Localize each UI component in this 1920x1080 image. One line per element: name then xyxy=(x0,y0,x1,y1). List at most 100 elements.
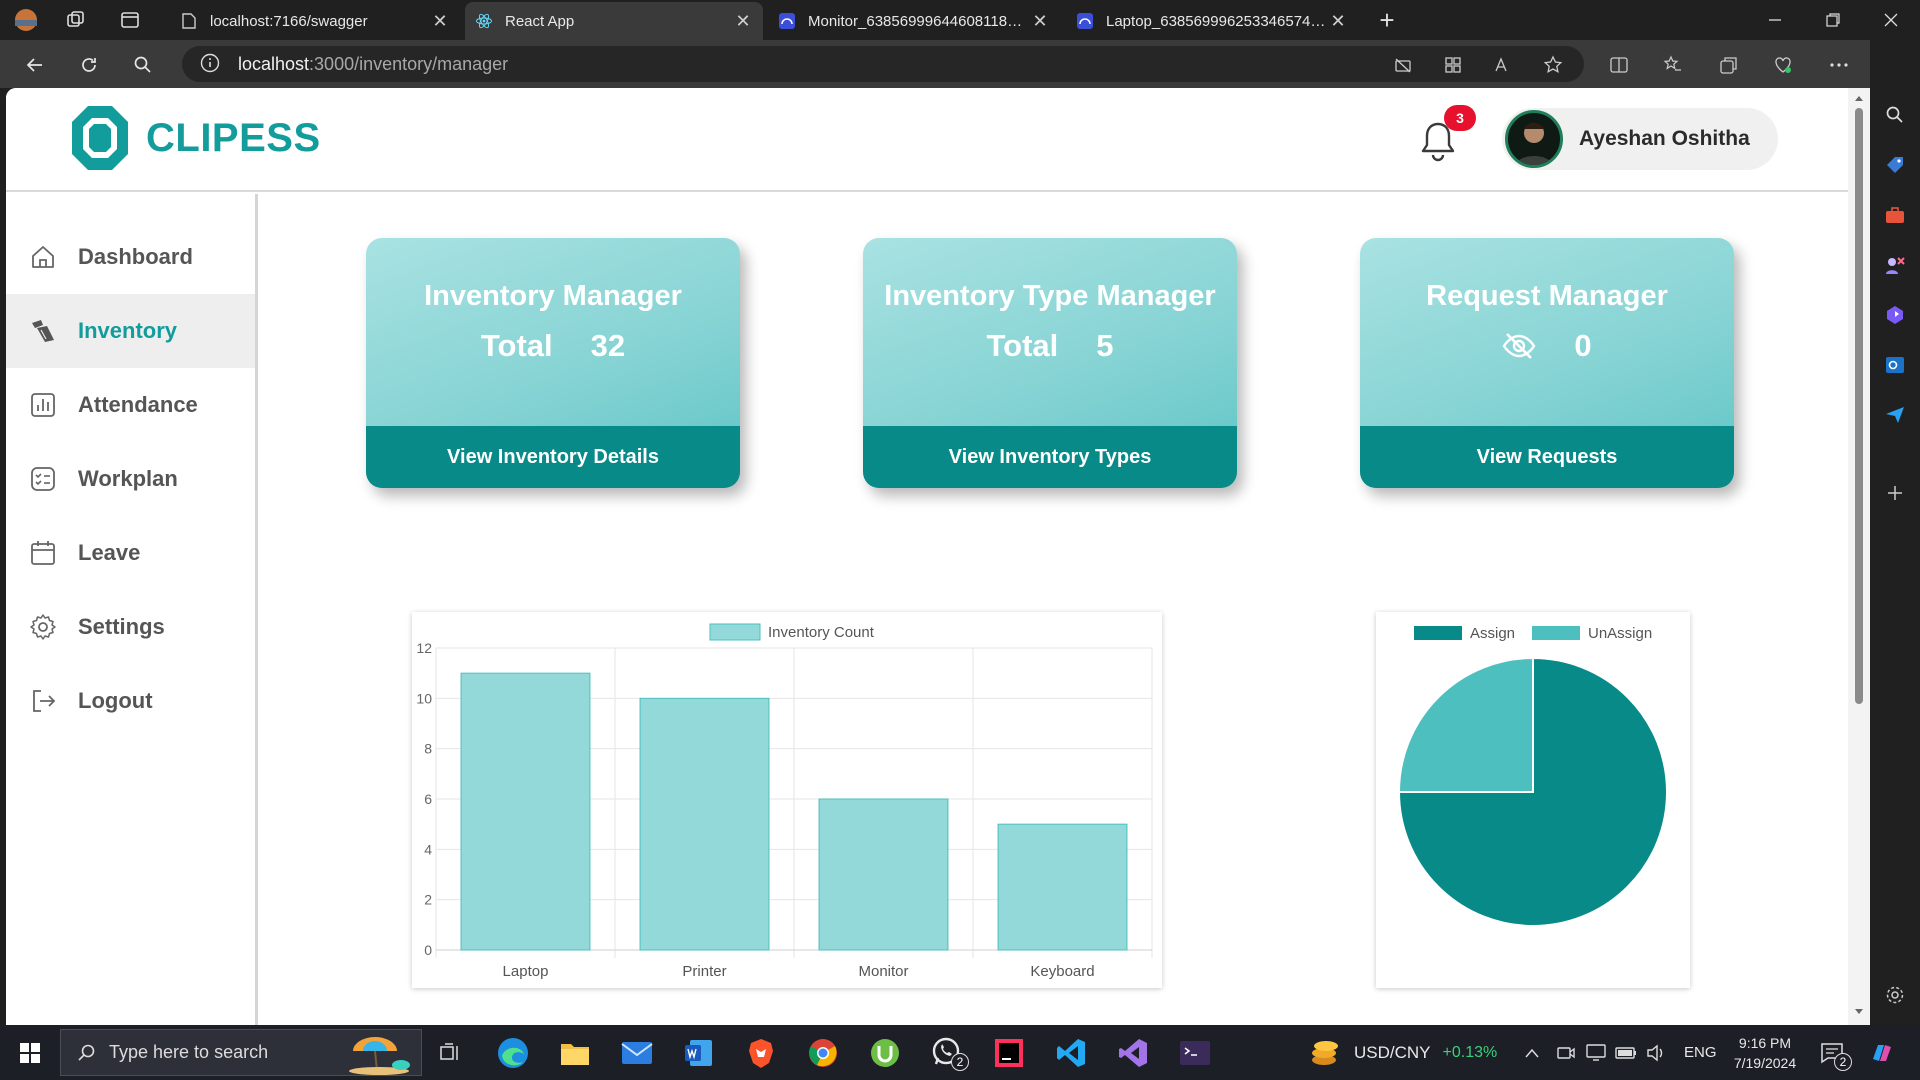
logout-icon xyxy=(28,686,58,716)
collections-icon[interactable] xyxy=(1716,52,1742,78)
tab-monitor-pdf[interactable]: Monitor_638569996446081184.pdf ✕ xyxy=(768,2,1060,40)
send-icon[interactable] xyxy=(1882,402,1908,428)
sidebar-item-inventory[interactable]: Inventory xyxy=(6,294,255,368)
whatsapp-icon[interactable]: 2 xyxy=(927,1033,969,1073)
utorrent-icon[interactable] xyxy=(865,1033,905,1073)
legend-swatch xyxy=(709,623,761,641)
page-scrollbar[interactable] xyxy=(1848,88,1870,1025)
view-inventory-types-button[interactable]: View Inventory Types xyxy=(863,426,1237,488)
terminal-icon[interactable] xyxy=(1175,1033,1215,1073)
profile-avatar-icon[interactable] xyxy=(14,8,38,32)
chrome-icon[interactable] xyxy=(803,1033,843,1073)
favorites-icon[interactable] xyxy=(1660,52,1686,78)
avatar[interactable] xyxy=(1505,110,1563,168)
close-window-button[interactable] xyxy=(1876,6,1906,34)
camera-icon[interactable] xyxy=(1554,1033,1578,1073)
user-profile-button[interactable]: Ayeshan Oshitha xyxy=(1502,108,1778,170)
volume-icon[interactable] xyxy=(1644,1033,1668,1073)
notification-center-icon[interactable]: 2 xyxy=(1812,1033,1852,1073)
display-icon[interactable] xyxy=(1584,1033,1608,1073)
tab-title: Laptop_638569996253346574.pdf xyxy=(1106,12,1328,30)
mail-icon[interactable] xyxy=(617,1033,657,1073)
favorite-star-icon[interactable] xyxy=(1540,52,1566,78)
apps-icon[interactable] xyxy=(1440,52,1466,78)
close-icon[interactable]: ✕ xyxy=(430,11,450,32)
close-icon[interactable]: ✕ xyxy=(733,11,753,32)
sidebar-item-leave[interactable]: Leave xyxy=(6,516,255,590)
user-name: Ayeshan Oshitha xyxy=(1579,127,1750,150)
more-options-icon[interactable] xyxy=(1826,52,1852,78)
edge-browser-icon[interactable] xyxy=(493,1033,533,1073)
close-icon[interactable]: ✕ xyxy=(1328,11,1348,32)
sidebar-item-attendance[interactable]: Attendance xyxy=(6,368,255,442)
tab-title: localhost:7166/swagger xyxy=(210,12,368,30)
browser-essentials-icon[interactable] xyxy=(1770,52,1796,78)
refresh-icon[interactable] xyxy=(74,50,104,80)
scroll-down-icon[interactable] xyxy=(1854,1008,1864,1016)
ticker-pair: USD/CNY xyxy=(1354,1042,1431,1062)
scrollbar-thumb[interactable] xyxy=(1855,108,1863,704)
sidebar-item-settings[interactable]: Settings xyxy=(6,590,255,664)
currency-ticker[interactable]: USD/CNY +0.13% xyxy=(1310,1025,1497,1080)
brave-browser-icon[interactable] xyxy=(741,1033,781,1073)
tab-swagger[interactable]: localhost:7166/swagger ✕ xyxy=(170,2,460,40)
minimize-button[interactable] xyxy=(1760,6,1790,34)
address-bar[interactable]: localhost :3000/inventory/manager xyxy=(182,46,1584,82)
view-requests-button[interactable]: View Requests xyxy=(1360,426,1734,488)
scroll-up-icon[interactable] xyxy=(1854,94,1864,102)
gear-icon xyxy=(28,612,58,642)
brand-logo[interactable]: CLIPESS xyxy=(70,104,321,172)
task-view-icon[interactable] xyxy=(430,1033,470,1073)
read-aloud-icon[interactable] xyxy=(1490,52,1516,78)
language-indicator[interactable]: ENG xyxy=(1684,1025,1717,1080)
taskbar-search-input[interactable]: Type here to search xyxy=(60,1029,422,1076)
tab-laptop-pdf[interactable]: Laptop_638569996253346574.pdf ✕ xyxy=(1066,2,1358,40)
pie-chart-svg: Assign UnAssign xyxy=(1397,625,1668,927)
back-icon[interactable] xyxy=(20,50,50,80)
split-screen-icon[interactable] xyxy=(1606,52,1632,78)
add-icon[interactable] xyxy=(1882,480,1908,506)
site-info-icon[interactable] xyxy=(200,53,222,75)
page-icon xyxy=(180,12,198,30)
workspaces-icon[interactable] xyxy=(64,8,88,32)
copilot-taskbar-icon[interactable] xyxy=(1862,1033,1902,1073)
sidebar-item-dashboard[interactable]: Dashboard xyxy=(6,220,255,294)
sidebar-settings-icon[interactable] xyxy=(1882,982,1908,1008)
new-tab-button[interactable]: + xyxy=(1372,5,1402,35)
total-label: Total xyxy=(480,328,553,363)
battery-icon[interactable] xyxy=(1614,1033,1638,1073)
show-hidden-icons-icon[interactable] xyxy=(1520,1033,1544,1073)
camera-off-icon[interactable] xyxy=(1390,52,1416,78)
tab-react-app[interactable]: React App ✕ xyxy=(465,2,763,40)
intellij-icon[interactable] xyxy=(989,1033,1029,1073)
toolbox-icon[interactable] xyxy=(1882,202,1908,228)
sidebar-item-workplan[interactable]: Workplan xyxy=(6,442,255,516)
restore-button[interactable] xyxy=(1818,6,1848,34)
vscode-icon[interactable] xyxy=(1051,1033,1091,1073)
x-tick-label: Printer xyxy=(682,963,726,980)
windows-start-icon[interactable] xyxy=(10,1033,50,1073)
assignment-pie-chart: Assign UnAssign xyxy=(1376,612,1690,988)
eye-slash-icon[interactable] xyxy=(1502,331,1536,361)
word-icon[interactable] xyxy=(679,1033,719,1073)
search-placeholder: Type here to search xyxy=(109,1042,269,1062)
browser-tab-strip: localhost:7166/swagger ✕ React App ✕ Mon… xyxy=(0,0,1920,40)
view-inventory-details-button[interactable]: View Inventory Details xyxy=(366,426,740,488)
brand-name: CLIPESS xyxy=(146,115,321,160)
visual-studio-icon[interactable] xyxy=(1113,1033,1153,1073)
close-icon[interactable]: ✕ xyxy=(1030,11,1050,32)
games-icon[interactable] xyxy=(1882,252,1908,278)
whatsapp-badge: 2 xyxy=(951,1053,969,1071)
search-icon[interactable] xyxy=(128,50,158,80)
outlook-icon[interactable] xyxy=(1882,352,1908,378)
request-manager-card: Request Manager 0 View Requests xyxy=(1360,238,1734,488)
y-tick-label: 4 xyxy=(424,841,432,857)
search-icon[interactable] xyxy=(1882,102,1908,128)
shopping-tag-icon[interactable] xyxy=(1882,152,1908,178)
microsoft-365-icon[interactable] xyxy=(1882,302,1908,328)
bar-chart-svg: Inventory Count 0 2 4 6 8 10 12 Laptop Printer Mon… xyxy=(416,623,1153,980)
file-explorer-icon[interactable] xyxy=(555,1033,595,1073)
clock[interactable]: 9:16 PM 7/19/2024 xyxy=(1720,1025,1810,1080)
tab-actions-icon[interactable] xyxy=(118,8,142,32)
sidebar-item-logout[interactable]: Logout xyxy=(6,664,255,738)
